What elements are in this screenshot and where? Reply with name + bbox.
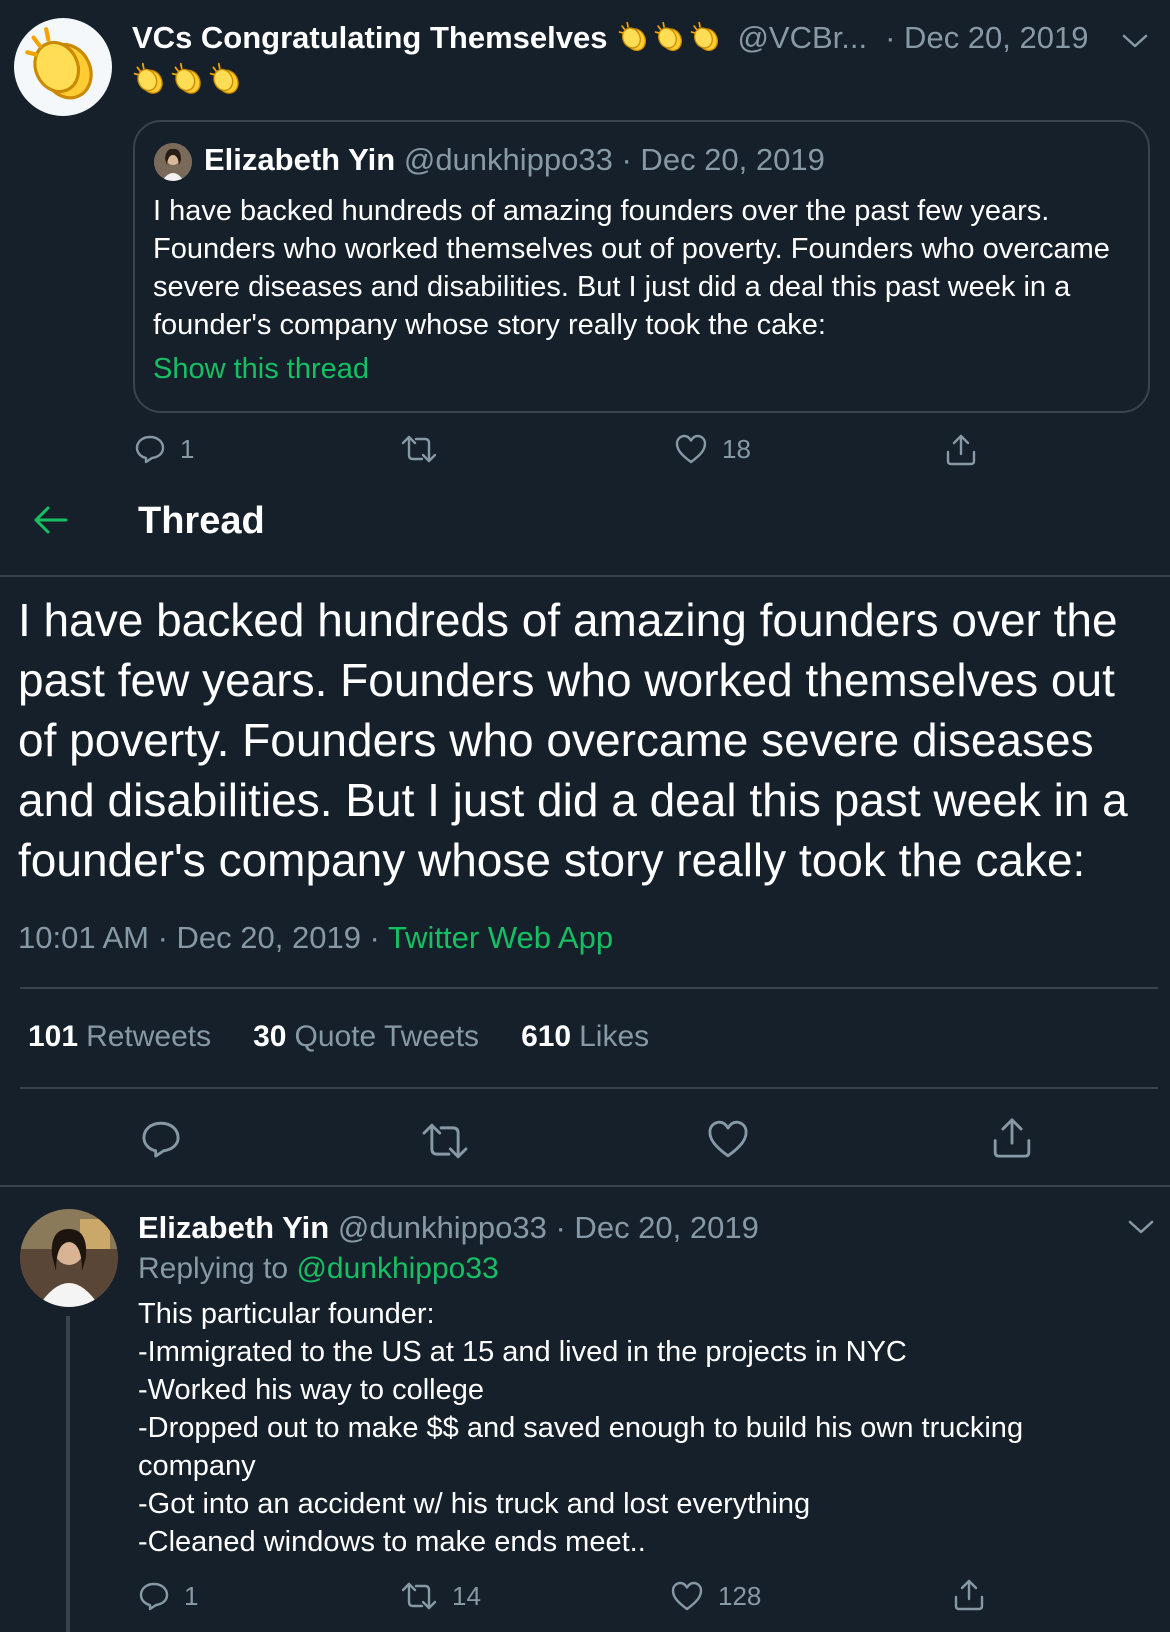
show-thread-link[interactable]: Show this thread — [153, 353, 369, 386]
reply-tweet-text: This particular founder: -Immigrated to … — [138, 1295, 1138, 1561]
reply-author-handle[interactable]: @dunkhippo33 — [338, 1210, 547, 1245]
retweets-stat[interactable]: 101 Retweets — [28, 1020, 211, 1054]
share-action[interactable] — [952, 1578, 986, 1612]
reply-author-avatar[interactable] — [20, 1209, 118, 1307]
quote-tweets-stat[interactable]: 30 Quote Tweets — [253, 1020, 479, 1054]
tweet-source-link[interactable]: Twitter Web App — [388, 920, 613, 955]
quoted-author-handle: @dunkhippo33 — [403, 142, 613, 177]
retweet-action[interactable]: 14 — [400, 1580, 481, 1612]
retweet-icon[interactable] — [420, 1120, 470, 1162]
chevron-down-icon[interactable] — [1124, 1212, 1158, 1242]
quoted-author-avatar — [154, 143, 192, 181]
chevron-down-icon[interactable] — [1118, 26, 1152, 56]
share-icon — [946, 434, 976, 466]
reply-count: 1 — [180, 433, 195, 464]
clapping-hands-icon — [132, 62, 168, 98]
retweet-action[interactable] — [400, 433, 452, 465]
divider — [0, 575, 1170, 577]
clapping-hands-icon — [653, 21, 687, 55]
clapping-hands-icon — [21, 25, 105, 109]
reply-icon — [135, 435, 165, 464]
reply-author-name[interactable]: Elizabeth Yin — [138, 1210, 329, 1245]
clapping-hands-icon — [617, 21, 651, 55]
tweet-time[interactable]: 10:01 AM · Dec 20, 2019 · — [18, 920, 388, 955]
divider — [20, 987, 1158, 989]
author-handle[interactable]: @VCBr... — [737, 20, 867, 56]
like-action[interactable]: 128 — [670, 1580, 761, 1612]
reply-line: -Cleaned windows to make ends meet.. — [138, 1526, 646, 1558]
share-icon[interactable] — [990, 1116, 1034, 1160]
engagement-stats: 101 Retweets 30 Quote Tweets 610 Likes — [28, 1020, 649, 1054]
retweet-icon — [401, 1582, 437, 1610]
retweet-count: 14 — [452, 1580, 481, 1611]
thread-connector-line — [66, 1316, 70, 1632]
reply-count: 1 — [184, 1580, 199, 1611]
reply-tweet-date[interactable]: · Dec 20, 2019 — [556, 1210, 759, 1245]
quoted-tweet-text: I have backed hundreds of amazing founde… — [153, 195, 1110, 341]
reply-tweet-header: Elizabeth Yin @dunkhippo33 · Dec 20, 201… — [138, 1210, 759, 1246]
reply-line: -Worked his way to college — [138, 1374, 485, 1406]
quoted-tweet-date: · Dec 20, 2019 — [621, 142, 825, 177]
divider — [0, 1185, 1170, 1187]
page-title: Thread — [138, 500, 265, 542]
reply-action[interactable]: 1 — [134, 433, 194, 465]
quoted-author-name: Elizabeth Yin — [204, 142, 396, 177]
back-arrow-icon[interactable] — [30, 502, 70, 538]
tweet-timestamp: 10:01 AM · Dec 20, 2019 · Twitter Web Ap… — [18, 920, 613, 956]
clap-emoji-group — [132, 62, 244, 98]
reply-line: -Dropped out to make $$ and saved enough… — [138, 1412, 1032, 1482]
clapping-hands-icon — [208, 62, 244, 98]
like-count: 18 — [722, 433, 751, 464]
divider — [20, 1087, 1158, 1089]
retweet-icon — [401, 435, 437, 463]
heart-icon[interactable] — [706, 1118, 750, 1160]
clap-emoji-group — [617, 21, 723, 55]
heart-icon — [675, 434, 707, 464]
likes-stat[interactable]: 610 Likes — [521, 1020, 649, 1054]
heart-icon — [671, 1581, 703, 1611]
share-icon — [954, 1579, 984, 1611]
clapping-hands-icon — [170, 62, 206, 98]
reply-line: -Immigrated to the US at 15 and lived in… — [138, 1336, 907, 1368]
like-count: 128 — [718, 1580, 762, 1611]
replying-to: Replying to @dunkhippo33 — [138, 1252, 499, 1285]
reply-line: This particular founder: — [138, 1298, 435, 1330]
quoted-tweet-header: Elizabeth Yin @dunkhippo33 · Dec 20, 201… — [204, 142, 825, 178]
vc-avatar[interactable] — [14, 18, 112, 116]
clapping-hands-icon — [689, 21, 723, 55]
like-action[interactable]: 18 — [674, 433, 751, 465]
reply-icon[interactable] — [140, 1118, 182, 1160]
replying-to-handle-link[interactable]: @dunkhippo33 — [296, 1252, 498, 1285]
reply-line: -Got into an accident w/ his truck and l… — [138, 1488, 811, 1520]
main-tweet-text: I have backed hundreds of amazing founde… — [18, 594, 1128, 886]
tweet-date[interactable]: · Dec 20, 2019 — [885, 20, 1088, 56]
top-tweet-header: VCs Congratulating Themselves @VCBr... ·… — [132, 20, 1088, 56]
author-name[interactable]: VCs Congratulating Themselves — [132, 20, 607, 56]
reply-icon — [139, 1582, 169, 1611]
reply-action[interactable]: 1 — [138, 1580, 198, 1612]
share-action[interactable] — [944, 433, 978, 467]
